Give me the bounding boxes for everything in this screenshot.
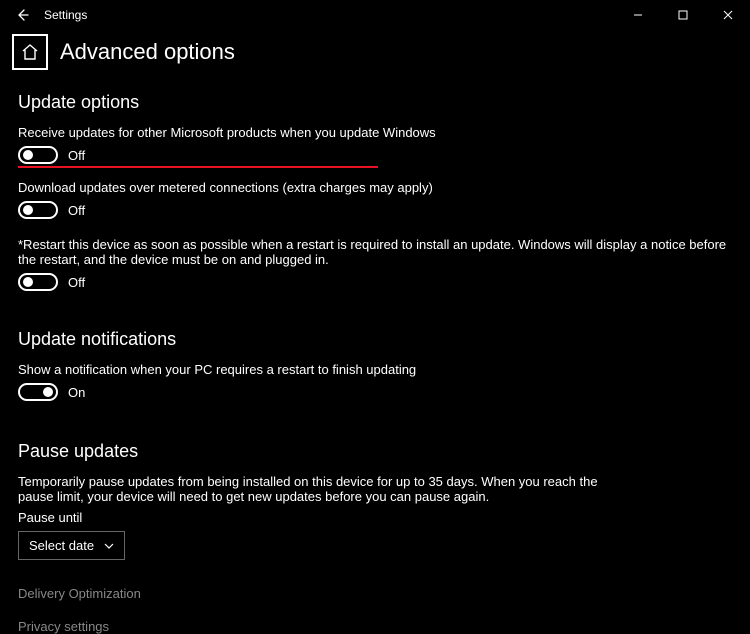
toggle-restart-asap[interactable] xyxy=(18,273,58,291)
link-delivery-optimization[interactable]: Delivery Optimization xyxy=(18,586,732,601)
back-button[interactable] xyxy=(8,1,36,29)
chevron-down-icon xyxy=(104,543,114,549)
page-title: Advanced options xyxy=(60,39,235,65)
highlight-underline xyxy=(18,166,378,168)
close-button[interactable] xyxy=(705,0,750,30)
toggle-state: Off xyxy=(68,203,85,218)
toggle-metered[interactable] xyxy=(18,201,58,219)
arrow-left-icon xyxy=(15,8,29,22)
home-icon xyxy=(21,43,39,61)
option-receive-updates: Receive updates for other Microsoft prod… xyxy=(18,125,732,164)
section-pause-updates: Pause updates Temporarily pause updates … xyxy=(18,441,732,560)
page-header: Advanced options xyxy=(0,30,750,70)
toggle-notification[interactable] xyxy=(18,383,58,401)
titlebar: Settings xyxy=(0,0,750,30)
maximize-icon xyxy=(678,10,688,20)
option-metered: Download updates over metered connection… xyxy=(18,180,732,219)
link-privacy-settings[interactable]: Privacy settings xyxy=(18,619,732,634)
maximize-button[interactable] xyxy=(660,0,705,30)
close-icon xyxy=(723,10,733,20)
option-label: Download updates over metered connection… xyxy=(18,180,732,195)
section-title-update-options: Update options xyxy=(18,92,732,113)
section-update-notifications: Update notifications Show a notification… xyxy=(18,329,732,401)
toggle-state: Off xyxy=(68,148,85,163)
pause-description: Temporarily pause updates from being ins… xyxy=(18,474,598,504)
app-title: Settings xyxy=(44,8,87,22)
select-value: Select date xyxy=(29,538,94,553)
minimize-button[interactable] xyxy=(615,0,660,30)
toggle-receive-updates[interactable] xyxy=(18,146,58,164)
content-area: Update options Receive updates for other… xyxy=(0,70,750,634)
pause-date-select[interactable]: Select date xyxy=(18,531,125,560)
pause-until-label: Pause until xyxy=(18,510,732,525)
toggle-state: Off xyxy=(68,275,85,290)
home-button[interactable] xyxy=(12,34,48,70)
option-label: Receive updates for other Microsoft prod… xyxy=(18,125,732,140)
option-label: *Restart this device as soon as possible… xyxy=(18,237,732,267)
option-notification: Show a notification when your PC require… xyxy=(18,362,732,401)
section-title-notifications: Update notifications xyxy=(18,329,732,350)
toggle-state: On xyxy=(68,385,85,400)
window-controls xyxy=(615,0,750,30)
option-restart-asap: *Restart this device as soon as possible… xyxy=(18,237,732,291)
section-title-pause: Pause updates xyxy=(18,441,732,462)
minimize-icon xyxy=(633,10,643,20)
option-label: Show a notification when your PC require… xyxy=(18,362,732,377)
